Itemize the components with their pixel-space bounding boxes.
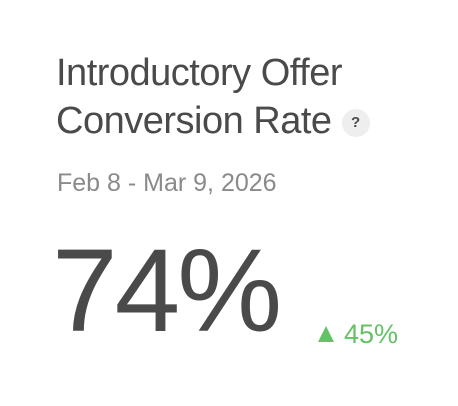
change-indicator: 45% [318, 319, 398, 349]
metric-value: 74% [52, 225, 282, 357]
date-range: Feb 8 - Mar 9, 2026 [57, 169, 277, 197]
triangle-up-icon [318, 326, 334, 342]
change-value: 45% [344, 319, 399, 349]
card-title-line-2-text: Conversion Rate [56, 100, 332, 142]
card-title-line-1: Introductory Offer [56, 52, 342, 94]
card-title: Introductory Offer Conversion Rate? [56, 49, 416, 145]
help-icon[interactable]: ? [341, 108, 370, 137]
card-title-line-2: Conversion Rate? [56, 97, 416, 145]
metric-card: Introductory Offer Conversion Rate? Feb … [0, 0, 458, 406]
